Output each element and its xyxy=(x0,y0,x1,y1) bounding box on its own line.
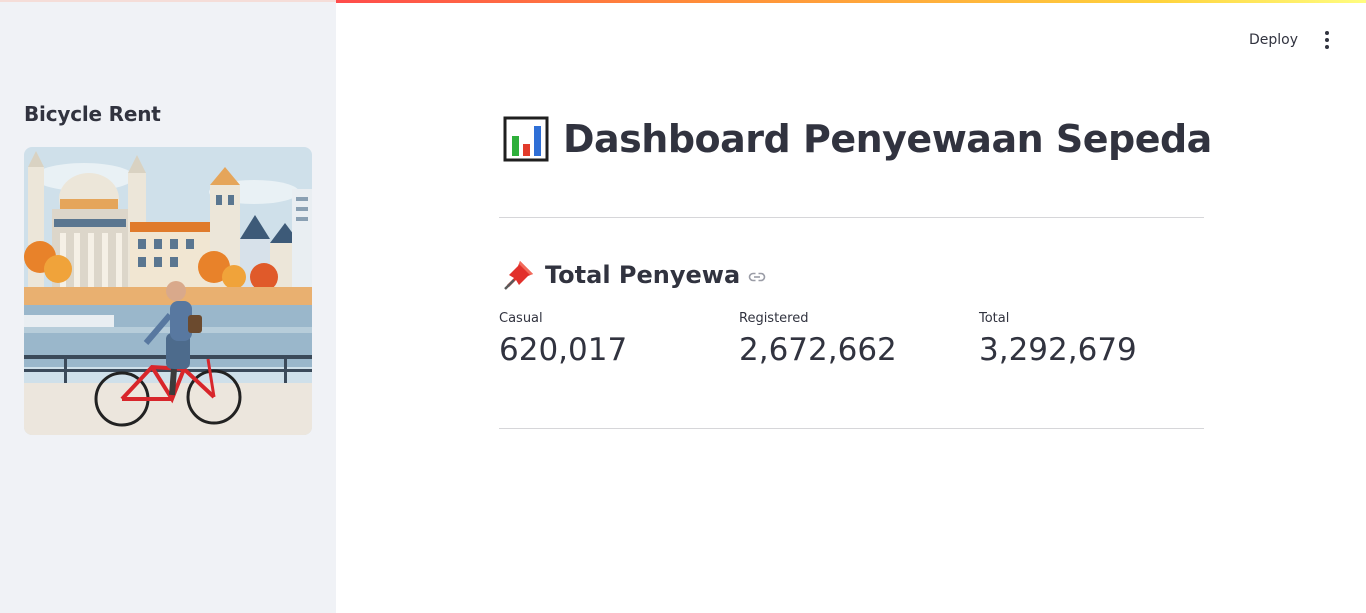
more-vertical-icon[interactable] xyxy=(1318,29,1336,51)
sidebar-image xyxy=(24,147,312,435)
deploy-button[interactable]: Deploy xyxy=(1241,28,1306,52)
bar-chart-icon xyxy=(503,116,549,162)
sidebar: Bicycle Rent xyxy=(0,0,336,613)
top-decoration-bar xyxy=(336,0,1366,3)
pushpin-icon xyxy=(504,261,533,290)
page-title-row: Dashboard Penyewaan Sepeda xyxy=(503,116,1212,162)
metric-label: Total xyxy=(979,311,1010,326)
metric-value: 3,292,679 xyxy=(979,332,1137,368)
metric-registered: Registered 2,672,662 xyxy=(739,311,969,368)
link-icon[interactable] xyxy=(748,268,766,286)
metric-value: 620,017 xyxy=(499,332,628,368)
header-toolbar: Deploy xyxy=(1241,28,1336,52)
sidebar-title: Bicycle Rent xyxy=(24,102,161,126)
metric-casual: Casual 620,017 xyxy=(499,311,729,368)
page-title: Dashboard Penyewaan Sepeda xyxy=(563,117,1212,161)
section-header: Total Penyewa xyxy=(502,258,766,292)
divider-bottom xyxy=(499,428,1204,429)
section-title: Total Penyewa xyxy=(545,261,741,289)
divider-top xyxy=(499,217,1204,218)
metric-value: 2,672,662 xyxy=(739,332,897,368)
metric-total: Total 3,292,679 xyxy=(979,311,1209,368)
metric-label: Registered xyxy=(739,311,809,326)
metric-label: Casual xyxy=(499,311,543,326)
